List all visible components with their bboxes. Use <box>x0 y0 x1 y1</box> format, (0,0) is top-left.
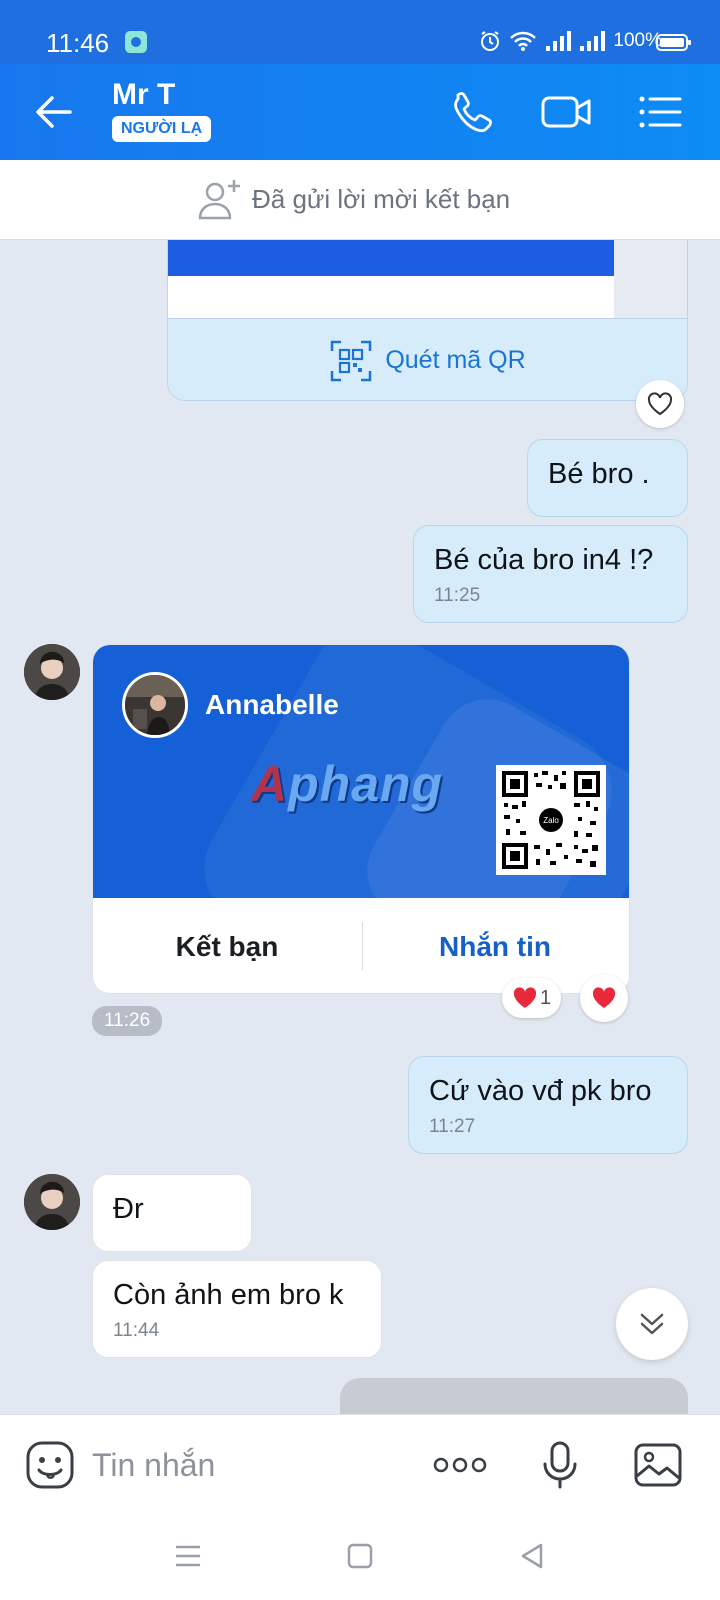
sticker-button[interactable] <box>22 1437 78 1493</box>
sender-avatar-photo <box>24 644 80 700</box>
contact-card-header: Annabelle Aphang Zalo <box>93 645 629 898</box>
input-bar <box>0 1414 720 1514</box>
image-picker-button[interactable] <box>630 1437 686 1493</box>
system-nav-bar <box>0 1514 720 1600</box>
sender-avatar-photo <box>24 1174 80 1230</box>
message-text: Bé của bro in4 !? <box>434 544 654 576</box>
friend-request-bar: Đã gửi lời mời kết bạn <box>0 160 720 240</box>
battery-icon <box>656 34 691 51</box>
message-text: Đr <box>113 1193 144 1225</box>
contact-card-avatar <box>122 672 188 738</box>
contact-name[interactable]: Mr T <box>112 78 175 112</box>
qr-card-image <box>168 240 614 276</box>
recent-apps-button[interactable] <box>168 1536 208 1576</box>
incoming-message[interactable]: Còn ảnh em bro k 11:44 <box>92 1260 382 1358</box>
wifi-icon <box>510 31 537 51</box>
message-time: 11:25 <box>434 585 481 606</box>
qr-code: Zalo <box>496 765 606 875</box>
message-time: 11:27 <box>429 1116 476 1137</box>
menu-button[interactable] <box>632 86 688 138</box>
scan-qr-label: Quét mã QR <box>385 346 526 374</box>
qr-scan-icon <box>331 340 372 381</box>
back-button[interactable] <box>28 86 80 138</box>
heart-outline-icon <box>647 392 673 416</box>
call-button[interactable] <box>444 86 500 138</box>
phone-icon <box>454 92 492 133</box>
home-square-icon <box>347 1543 373 1569</box>
video-call-button[interactable] <box>538 86 594 138</box>
message-input[interactable] <box>92 1441 412 1489</box>
contact-card-name: Annabelle <box>205 689 339 720</box>
heart-icon <box>513 987 537 1008</box>
stranger-badge: NGƯỜI LẠ <box>112 116 212 142</box>
more-options-button[interactable] <box>432 1437 488 1493</box>
reaction-summary[interactable]: 1 <box>502 978 562 1018</box>
scroll-to-bottom-button[interactable] <box>616 1288 688 1360</box>
outgoing-message[interactable]: Bé của bro in4 !? 11:25 <box>413 525 688 623</box>
signal-icon-1 <box>546 31 572 51</box>
voice-message-button[interactable] <box>532 1437 588 1493</box>
back-arrow-icon <box>36 96 72 128</box>
react-button[interactable] <box>580 974 628 1022</box>
message-text: Còn ảnh em bro k <box>113 1279 344 1311</box>
double-chevron-down-icon <box>640 1313 664 1335</box>
sender-avatar[interactable] <box>24 644 80 700</box>
video-call-icon <box>541 96 591 128</box>
outgoing-message[interactable]: Cứ vào vđ pk bro 11:27 <box>408 1056 688 1154</box>
battery-percent: 100% <box>613 30 662 51</box>
watermark: Aphang <box>251 756 444 812</box>
sticker-icon <box>26 1441 74 1489</box>
qr-logo-text: Zalo <box>543 816 559 825</box>
divider <box>362 922 363 970</box>
add-friend-icon <box>198 180 240 220</box>
friend-request-text: Đã gửi lời mời kết bạn <box>252 184 511 214</box>
menu-list-icon <box>639 96 682 128</box>
back-triangle-icon <box>521 1543 543 1569</box>
app-notification-icon <box>125 31 147 53</box>
message-time: 11:26 <box>92 1006 163 1036</box>
qr-card-image-bottom <box>168 276 614 318</box>
status-icons: 100% <box>479 30 662 52</box>
menu-icon <box>176 1545 200 1567</box>
chat-header: Mr T NGƯỜI LẠ <box>0 64 720 160</box>
outgoing-message[interactable]: Bé bro . <box>527 439 688 517</box>
message-text: Bé bro . <box>548 458 650 490</box>
message-text: Cứ vào vđ pk bro <box>429 1075 652 1107</box>
incoming-message[interactable]: Đr <box>92 1174 252 1252</box>
alarm-icon <box>481 31 500 51</box>
qr-code-graphic: Zalo <box>502 771 600 869</box>
microphone-icon <box>543 1441 577 1489</box>
status-time: 11:46 <box>46 28 110 58</box>
contact-card-message[interactable]: Annabelle Aphang Zalo Kết bạn Nhắn tin <box>92 644 630 994</box>
qr-card-message[interactable]: Quét mã QR <box>167 240 688 401</box>
message-time: 11:44 <box>113 1320 160 1341</box>
image-icon <box>634 1443 682 1487</box>
back-nav-button[interactable] <box>512 1536 552 1576</box>
scan-qr-button[interactable]: Quét mã QR <box>168 318 687 400</box>
add-friend-button[interactable]: Kết bạn <box>93 898 361 993</box>
contact-card-avatar-photo <box>125 675 185 735</box>
status-bar: 11:46 100% <box>0 0 720 64</box>
message-list[interactable]: Quét mã QR Bé bro . Bé của bro in4 !? 11… <box>0 240 720 1414</box>
react-button[interactable] <box>636 380 684 428</box>
reaction-count: 1 <box>540 986 552 1009</box>
partial-message <box>340 1378 688 1414</box>
signal-icon-2 <box>580 31 606 51</box>
sender-avatar[interactable] <box>24 1174 80 1230</box>
more-dots-icon <box>433 1457 487 1473</box>
home-button[interactable] <box>340 1536 380 1576</box>
heart-icon <box>592 987 616 1008</box>
